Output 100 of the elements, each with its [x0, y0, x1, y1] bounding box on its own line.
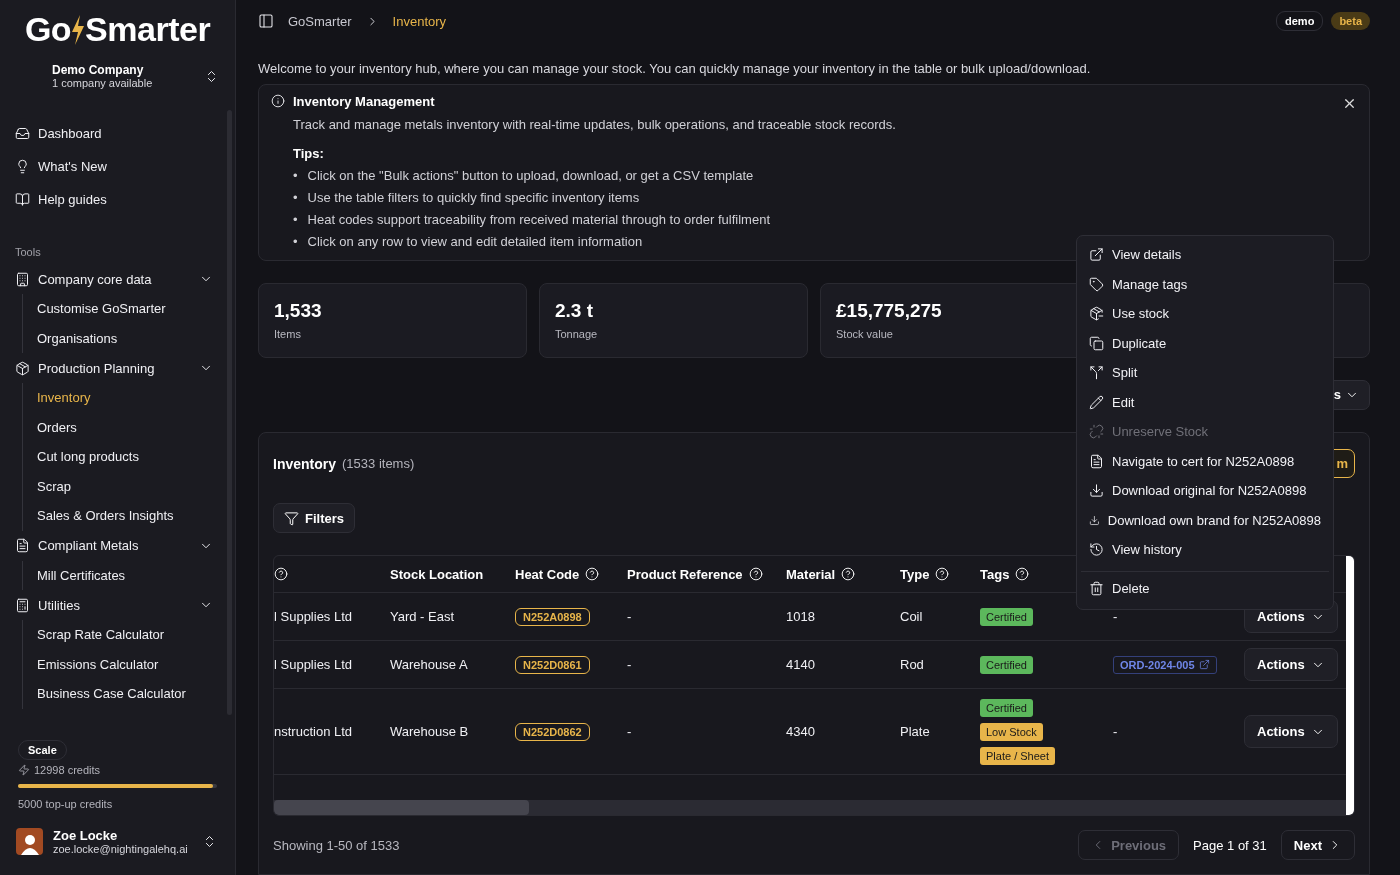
table-cell-text: 1018 — [786, 609, 816, 624]
nav-item[interactable]: What's New — [0, 150, 235, 183]
panel-title: Inventory — [273, 455, 336, 472]
menu-item[interactable]: Navigate to cert for N252A0898 — [1081, 446, 1329, 476]
table-cell-text: l Supplies Ltd — [274, 609, 354, 624]
nav-item[interactable]: Emissions Calculator — [23, 649, 235, 679]
group-icon — [15, 538, 30, 553]
lightning-bolt-icon — [71, 14, 86, 45]
breadcrumb-link[interactable]: GoSmarter — [288, 13, 352, 29]
tip-item: Click on the "Bulk actions" button to upload, download, or get a CSV template — [307, 167, 754, 184]
nav-item[interactable]: Inventory — [23, 383, 235, 413]
nav-item[interactable]: Scrap — [23, 471, 235, 501]
nav-item[interactable]: Mill Certificates — [23, 560, 235, 590]
menu-icon — [1089, 483, 1104, 499]
menu-item[interactable]: Manage tags — [1081, 269, 1329, 299]
menu-icon — [1089, 580, 1104, 596]
bullet: • — [293, 233, 298, 250]
nav-group-header[interactable]: Compliant Metals — [0, 530, 235, 561]
menu-icon — [1089, 247, 1104, 263]
actions-button[interactable]: Actions — [1244, 715, 1338, 748]
table-cell-text: Warehouse A — [390, 657, 469, 672]
menu-icon — [1089, 394, 1104, 410]
nav-group-header[interactable]: Utilities — [0, 590, 235, 620]
tips-title: Tips: — [293, 145, 325, 161]
group-label: Compliant Metals — [38, 538, 140, 553]
info-icon — [271, 94, 285, 108]
filters-button[interactable]: Filters — [273, 503, 355, 533]
nav-item[interactable]: Dashboard — [0, 117, 235, 150]
nav-icon — [15, 159, 30, 174]
heat-code-badge: N252A0898 — [515, 607, 590, 626]
menu-icon — [1089, 335, 1104, 351]
section-label: Tools — [14, 246, 42, 258]
nav-group-header[interactable]: Company core data — [0, 264, 235, 294]
tag: Low Stock — [980, 722, 1043, 741]
table-cell-text: 4140 — [786, 657, 816, 672]
menu-item[interactable]: Download original for N252A0898 — [1081, 476, 1329, 506]
tag: Plate / Sheet — [980, 746, 1055, 765]
menu-icon — [1089, 453, 1104, 469]
menu-item[interactable]: View history — [1081, 535, 1329, 565]
nav-item[interactable]: Sales & Orders Insights — [23, 501, 235, 531]
logo-text: Smarter — [85, 10, 211, 49]
column-header: Stock Location — [390, 566, 485, 582]
next-button[interactable]: Next — [1280, 830, 1355, 860]
table-cell-text: - — [627, 724, 633, 739]
order-link[interactable]: ORD-2024-005 — [1113, 655, 1217, 674]
logo-text: Go — [24, 10, 72, 49]
info-description: Track and manage metals inventory with real-time updates, bulk operations, and traceable stock records. — [293, 116, 897, 132]
menu-item[interactable]: Edit — [1081, 387, 1329, 417]
menu-item[interactable]: Delete — [1081, 570, 1329, 605]
nav-item[interactable]: Scrap Rate Calculator — [23, 620, 235, 650]
nav-icon — [15, 192, 30, 207]
table-cell-text: Rod — [900, 657, 925, 672]
table-cell-text: - — [1113, 609, 1119, 624]
menu-item[interactable]: Duplicate — [1081, 328, 1329, 358]
vertical-scrollbar[interactable] — [1346, 556, 1354, 815]
menu-icon — [1089, 424, 1104, 440]
credits-text: 12998 credits — [34, 764, 101, 776]
bullet: • — [293, 189, 298, 206]
table-cell-text: Yard - East — [390, 609, 456, 624]
nav-item[interactable]: Cut long products — [23, 442, 235, 472]
company-switcher[interactable]: Demo Company 1 company available — [0, 57, 235, 95]
nav-item[interactable]: Orders — [23, 412, 235, 442]
breadcrumb-link[interactable]: Inventory — [392, 13, 447, 29]
stat-value: 2.3 t — [555, 299, 595, 322]
table-cell-text: - — [627, 609, 633, 624]
nav-item[interactable]: Organisations — [23, 323, 235, 353]
stat-value: 1,533 — [274, 299, 323, 322]
item-count: (1533 items) — [342, 456, 415, 471]
bullet: • — [293, 211, 298, 228]
menu-item[interactable]: Split — [1081, 358, 1329, 388]
actions-button[interactable]: Actions — [1244, 648, 1338, 681]
column-header: Heat Code — [515, 566, 627, 582]
column-header: Product Reference — [627, 566, 786, 582]
user-menu[interactable]: Zoe Locke zoe.locke@nightingalehq.ai — [0, 810, 235, 875]
menu-item[interactable]: Download own brand for N252A0898 — [1081, 505, 1329, 535]
environment-badge: beta — [1331, 12, 1370, 31]
menu-item[interactable]: View details — [1081, 240, 1329, 270]
nav-group-header[interactable]: Production Planning — [0, 353, 235, 383]
menu-icon — [1089, 306, 1104, 322]
menu-icon — [1089, 276, 1104, 292]
tag: Certified — [980, 607, 1033, 626]
stat-label: Items — [274, 327, 302, 340]
table-cell-text: Plate — [900, 724, 931, 739]
heat-code-badge: N252D0862 — [515, 722, 590, 741]
table-cell-text: Coil — [900, 609, 924, 624]
horizontal-scrollbar[interactable] — [274, 800, 1346, 815]
table-cell-text: - — [627, 657, 633, 672]
nav-item[interactable]: Customise GoSmarter — [23, 294, 235, 324]
group-icon — [15, 360, 30, 376]
intro-text: Welcome to your inventory hub, where you can manage your stock. You can quickly manage your inventory in the table or bulk upload/download. — [258, 60, 1092, 76]
group-label: Utilities — [38, 597, 81, 613]
nav-item[interactable]: Business Case Calculator — [23, 679, 235, 709]
table-cell-text: - — [1113, 724, 1119, 739]
stat-value: £15,775,275 — [836, 299, 943, 322]
sidebar-toggle-icon[interactable] — [258, 13, 274, 30]
external-link-icon — [1198, 659, 1210, 670]
nav-icon — [15, 126, 30, 141]
menu-item[interactable]: Use stock — [1081, 299, 1329, 329]
tip-item: Click on any row to view and edit detailed item information — [307, 233, 643, 250]
nav-item[interactable]: Help guides — [0, 183, 235, 216]
